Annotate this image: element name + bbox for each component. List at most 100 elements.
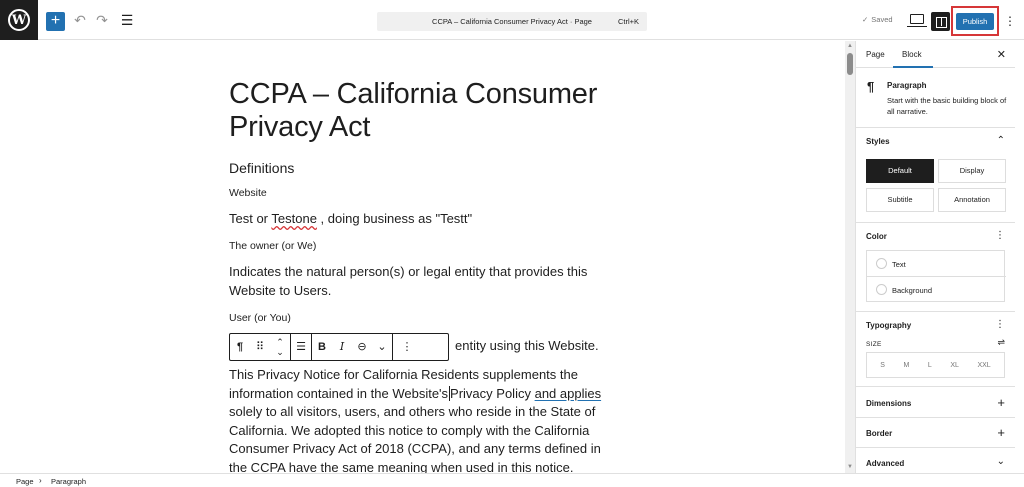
- privacy-policy-text: Privacy Policy: [450, 385, 531, 401]
- document-bar[interactable]: CCPA – California Consumer Privacy Act ·…: [377, 12, 647, 31]
- color-options-icon[interactable]: ⋮: [995, 230, 1005, 241]
- style-annotation-button[interactable]: Annotation: [938, 188, 1006, 212]
- typography-heading[interactable]: Typography: [866, 321, 911, 330]
- add-block-button[interactable]: +: [46, 12, 65, 31]
- website-text-tail: , doing business as "Testt": [316, 211, 473, 226]
- wordpress-logo-icon: W: [8, 9, 30, 31]
- preview-desktop-icon[interactable]: [907, 14, 927, 27]
- scroll-down-icon[interactable]: ▼: [845, 463, 855, 472]
- border-heading[interactable]: Border: [866, 429, 892, 438]
- scroll-up-icon[interactable]: ▲: [845, 42, 855, 51]
- tab-block[interactable]: Block: [902, 50, 922, 59]
- website-heading[interactable]: Website: [229, 187, 267, 199]
- advanced-heading[interactable]: Advanced: [866, 459, 904, 468]
- chevron-down-icon[interactable]: ⌄: [997, 456, 1005, 467]
- user-paragraph-tail[interactable]: entity using this Website.: [455, 337, 625, 356]
- size-option-xl[interactable]: XL: [950, 362, 959, 369]
- chevron-down-icon[interactable]: ⌄: [372, 334, 392, 360]
- undo-icon[interactable]: ↶: [71, 11, 89, 29]
- check-icon: ✓: [862, 15, 869, 24]
- paragraph-icon: ¶: [867, 79, 875, 94]
- canvas-scrollbar[interactable]: ▲ ▼: [845, 41, 855, 473]
- styles-heading[interactable]: Styles: [866, 137, 890, 146]
- align-icon[interactable]: ☰: [291, 334, 311, 360]
- wordpress-logo-button[interactable]: W: [0, 0, 38, 40]
- color-heading[interactable]: Color: [866, 232, 887, 241]
- editor-canvas: CCPA – California Consumer Privacy Act D…: [0, 41, 845, 473]
- align-group: ☰: [291, 334, 312, 360]
- owner-paragraph[interactable]: Indicates the natural person(s) or legal…: [229, 263, 614, 300]
- typography-options-icon[interactable]: ⋮: [995, 319, 1005, 330]
- user-heading[interactable]: User (or You): [229, 312, 291, 324]
- publish-button[interactable]: Publish: [956, 13, 994, 30]
- dimensions-heading[interactable]: Dimensions: [866, 399, 911, 408]
- bold-button[interactable]: B: [312, 334, 332, 360]
- website-paragraph[interactable]: Test or Testone , doing business as "Tes…: [229, 210, 614, 229]
- chevron-right-icon: ›: [39, 476, 42, 485]
- editor-top-bar: W + ↶ ↷ ☰ CCPA – California Consumer Pri…: [0, 0, 1024, 40]
- owner-heading[interactable]: The owner (or We): [229, 240, 316, 252]
- document-title: CCPA – California Consumer Privacy Act ·…: [432, 17, 592, 26]
- size-label: SIZE: [866, 341, 882, 348]
- style-display-button[interactable]: Display: [938, 159, 1006, 183]
- font-size-picker: S M L XL XXL: [866, 352, 1005, 378]
- border-add-icon[interactable]: +: [997, 425, 1005, 440]
- settings-sidebar-toggle[interactable]: [931, 12, 950, 31]
- sidebar-tabs: Page Block ✕: [856, 41, 1015, 68]
- size-option-l[interactable]: L: [928, 362, 932, 369]
- text-color-swatch: [876, 258, 887, 269]
- paragraph-block-icon[interactable]: ¶: [230, 334, 250, 360]
- divider: [856, 311, 1015, 312]
- link-icon[interactable]: ⊖: [352, 334, 372, 360]
- drag-handle-icon[interactable]: ⠿: [250, 334, 270, 360]
- size-option-xxl[interactable]: XXL: [977, 362, 990, 369]
- block-type-group: ¶ ⠿ ⌃ ⌄: [230, 334, 291, 360]
- command-shortcut: Ctrl+K: [617, 17, 639, 26]
- divider: [856, 222, 1015, 223]
- dimensions-add-icon[interactable]: +: [997, 395, 1005, 410]
- settings-sidebar: Page Block ✕ ¶ Paragraph Start with the …: [855, 41, 1015, 473]
- block-name: Paragraph: [887, 81, 927, 90]
- style-subtitle-button[interactable]: Subtitle: [866, 188, 934, 212]
- block-description: Start with the basic building block of a…: [887, 96, 1007, 116]
- font-size-custom-icon[interactable]: ⇌: [997, 337, 1005, 348]
- list-view-icon[interactable]: ☰: [118, 11, 136, 29]
- background-color-swatch: [876, 284, 887, 295]
- divider: [856, 417, 1015, 418]
- size-option-s[interactable]: S: [880, 362, 885, 369]
- publish-highlight: Publish: [951, 6, 999, 36]
- block-toolbar: ¶ ⠿ ⌃ ⌄ ☰ B I ⊖ ⌄ ⋮: [229, 333, 449, 361]
- divider: [856, 386, 1015, 387]
- color-text-row[interactable]: Text: [867, 251, 1006, 277]
- block-card: ¶ Paragraph Start with the basic buildin…: [856, 68, 1015, 128]
- applies-link[interactable]: and applies: [535, 386, 602, 401]
- color-settings: Text Background: [866, 250, 1006, 302]
- privacy-notice-paragraph[interactable]: This Privacy Notice for California Resid…: [229, 366, 614, 473]
- italic-button[interactable]: I: [332, 334, 352, 360]
- tab-page[interactable]: Page: [866, 50, 885, 59]
- scroll-thumb[interactable]: [847, 53, 853, 75]
- move-up-down-icon[interactable]: ⌃ ⌄: [270, 334, 290, 360]
- block-breadcrumb: Page › Paragraph: [0, 473, 1024, 487]
- notice-text-tail: solely to all visitors, users, and other…: [229, 404, 601, 473]
- breadcrumb-paragraph[interactable]: Paragraph: [51, 477, 86, 486]
- saved-status: ✓ Saved: [862, 15, 893, 24]
- redo-icon[interactable]: ↷: [93, 11, 111, 29]
- format-group: B I ⊖ ⌄: [312, 334, 393, 360]
- close-icon[interactable]: ✕: [997, 48, 1006, 61]
- breadcrumb-page[interactable]: Page: [16, 477, 34, 486]
- website-text: Test or: [229, 211, 272, 226]
- options-menu-icon[interactable]: ⋮: [1004, 12, 1016, 30]
- block-options-icon[interactable]: ⋮: [393, 334, 421, 360]
- color-background-label: Background: [892, 286, 933, 295]
- chevron-up-icon[interactable]: ⌃: [997, 135, 1005, 146]
- color-background-row[interactable]: Background: [867, 276, 1006, 302]
- size-option-m[interactable]: M: [903, 362, 909, 369]
- color-text-label: Text: [892, 260, 906, 269]
- divider: [856, 447, 1015, 448]
- page-title[interactable]: CCPA – California Consumer Privacy Act: [229, 78, 619, 144]
- style-default-button[interactable]: Default: [866, 159, 934, 183]
- definitions-heading[interactable]: Definitions: [229, 160, 294, 176]
- saved-label: Saved: [871, 15, 893, 24]
- misspelled-word: Testone: [271, 211, 317, 226]
